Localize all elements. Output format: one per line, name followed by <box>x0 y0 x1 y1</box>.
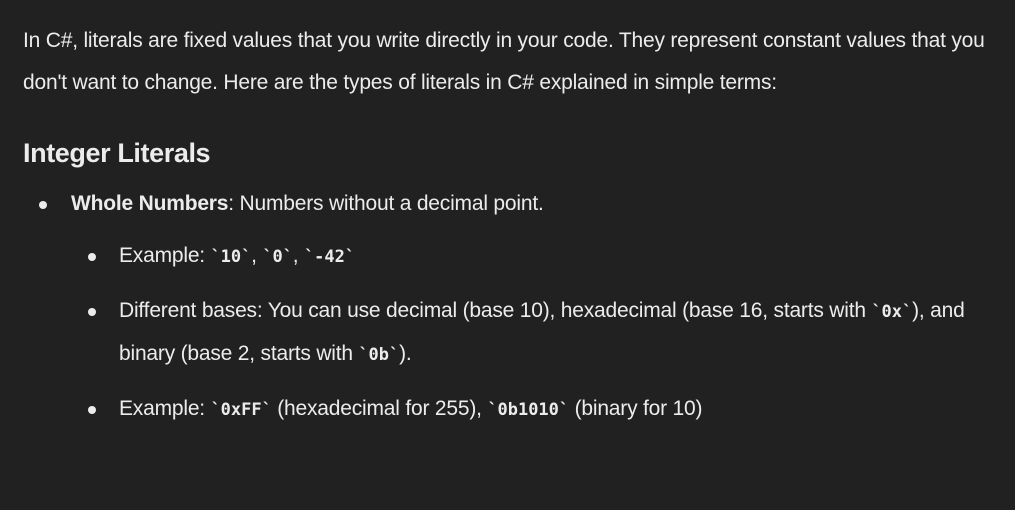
inline-code: 0b <box>368 345 390 365</box>
text: Example: <box>119 244 211 267</box>
bullet-icon <box>88 253 96 261</box>
inline-code: 0b1010 <box>497 400 559 420</box>
section-heading: Integer Literals <box>23 138 211 168</box>
sub-list: Example: `10`, `0`, `-42` Different base… <box>71 235 998 431</box>
list-item-whole-numbers: Whole Numbers: Numbers without a decimal… <box>23 189 998 431</box>
text: (hexadecimal for 255), <box>271 397 488 420</box>
intro-paragraph: In C#, literals are fixed values that yo… <box>23 29 985 94</box>
sub-item-bases: Different bases: You can use decimal (ba… <box>71 290 998 376</box>
sub-item-example: Example: `10`, `0`, `-42` <box>71 235 998 278</box>
bullet-icon <box>39 201 47 209</box>
text: , <box>292 244 305 267</box>
bullet-list: Whole Numbers: Numbers without a decimal… <box>23 189 998 431</box>
term-label: Whole Numbers <box>71 192 229 215</box>
term-description: : Numbers without a decimal point. <box>228 192 544 215</box>
inline-code: 0xFF <box>220 400 262 420</box>
inline-code: -42 <box>314 247 345 267</box>
bullet-icon <box>88 406 96 414</box>
inline-code: 10 <box>220 247 242 267</box>
sub-item-example-2: Example: `0xFF` (hexadecimal for 255), `… <box>71 388 998 431</box>
text: (binary for 10) <box>568 397 703 420</box>
text: Different bases: You can use decimal (ba… <box>119 299 872 322</box>
inline-code: 0 <box>272 247 283 267</box>
inline-code: 0x <box>881 302 903 322</box>
bullet-icon <box>88 308 96 316</box>
chat-message: In C#, literals are fixed values that yo… <box>23 20 998 443</box>
text: ). <box>399 342 412 365</box>
text: , <box>251 244 263 267</box>
text: Example: <box>119 397 211 420</box>
